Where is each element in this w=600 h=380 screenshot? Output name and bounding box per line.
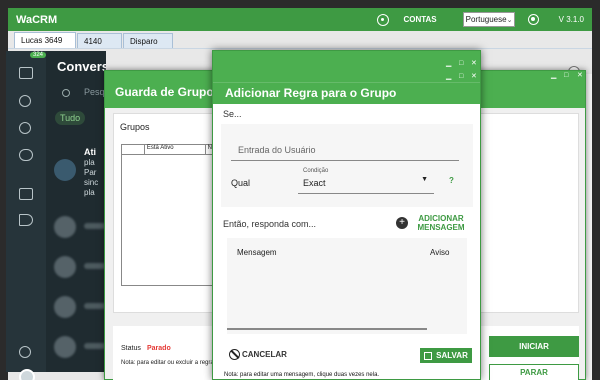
version-label: V 3.1.0 <box>558 15 584 24</box>
search-input[interactable]: Pesquisar <box>84 87 106 97</box>
app-title: WaCRM <box>16 13 58 26</box>
chevron-down-icon: ⌄ <box>506 16 513 24</box>
add-rule-dialog: ▁ □ ✕ ▁ □ ✕ Adicionar Regra para o Grupo… <box>212 50 481 380</box>
minimize-icon[interactable]: ▁ <box>446 60 451 67</box>
maximize-icon[interactable]: □ <box>459 60 463 67</box>
chats-icon[interactable] <box>19 67 33 79</box>
cancel-label: CANCELAR <box>242 350 287 359</box>
close-icon[interactable]: ✕ <box>577 72 583 79</box>
column-message: Mensagem <box>237 248 277 257</box>
grid-column-select <box>122 145 145 154</box>
chat-preview: Par <box>84 168 97 177</box>
store-icon[interactable] <box>19 188 33 200</box>
plus-icon[interactable]: + <box>396 217 408 229</box>
minimize-icon[interactable]: ▁ <box>446 73 451 80</box>
messages-table[interactable]: Mensagem Aviso <box>227 238 467 334</box>
user-input-field[interactable]: Entrada do Usuário <box>231 134 459 161</box>
group-guard-note: Nota: para editar ou excluir a regra <box>121 360 214 366</box>
list-item[interactable] <box>54 216 76 238</box>
stop-button[interactable]: PARAR <box>489 364 579 380</box>
list-item[interactable] <box>54 256 76 278</box>
tab-disparo[interactable]: Disparo <box>123 33 173 48</box>
then-label: Então, responda com... <box>223 219 317 229</box>
maximize-icon[interactable]: □ <box>459 73 463 80</box>
dialog-note: Nota: para editar uma mensagem, clique d… <box>224 372 380 378</box>
blurred-text <box>84 223 106 229</box>
language-value: Portuguese <box>465 15 507 24</box>
filter-chip-all[interactable]: Tudo <box>55 111 86 125</box>
grid-column-active: Está Ativo <box>145 145 206 154</box>
dropdown-arrow-icon: ▼ <box>421 176 428 183</box>
list-item[interactable] <box>54 336 76 358</box>
groups-grid[interactable]: Está Ativo N <box>121 144 213 286</box>
chat-preview: sinc <box>84 178 99 187</box>
column-aviso: Aviso <box>430 248 450 257</box>
chat-preview: pla <box>84 188 95 197</box>
cancel-icon <box>229 349 240 360</box>
chat-preview: pla <box>84 158 95 167</box>
language-select[interactable]: Portuguese ⌄ <box>462 12 515 27</box>
close-icon[interactable]: ✕ <box>471 73 477 80</box>
if-label: Se... <box>223 109 242 119</box>
status-label: Status <box>121 345 141 352</box>
blurred-text <box>84 263 106 269</box>
condition-value: Exact <box>303 178 326 188</box>
start-button[interactable]: INICIAR <box>489 336 579 357</box>
dialog-title: Adicionar Regra para o Grupo <box>213 82 480 104</box>
condition-caption: Condição <box>303 168 329 174</box>
app-titlebar: WaCRM CONTAS Portuguese ⌄ V 3.1.0 <box>8 8 592 31</box>
gear-icon[interactable] <box>19 346 31 358</box>
search-icon[interactable] <box>62 89 70 97</box>
save-button[interactable]: SALVAR <box>420 348 472 363</box>
unread-badge: 324 <box>30 52 47 58</box>
settings-icon[interactable] <box>527 14 539 25</box>
messages-icon[interactable] <box>19 122 31 134</box>
grid-header: Está Ativo N <box>122 145 212 155</box>
condition-select[interactable]: Condição Exact ▼ <box>298 166 434 194</box>
whatsapp-icon[interactable] <box>377 13 390 26</box>
dialog-titlebar: ▁ □ ✕ ▁ □ ✕ <box>213 51 480 82</box>
add-message-button[interactable]: ADICIONAR MENSAGEM <box>417 214 465 232</box>
groups-label: Grupos <box>120 122 150 132</box>
condition-section: Entrada do Usuário Qual Condição Exact ▼… <box>221 124 473 207</box>
minimize-icon[interactable]: ▁ <box>551 72 556 79</box>
conversations-title: Conversas <box>57 59 106 74</box>
tab-account-2[interactable]: 4140 <box>77 33 122 48</box>
tab-account-1[interactable]: Lucas 3649 <box>14 32 76 48</box>
status-value: Parado <box>147 345 171 352</box>
status-icon[interactable] <box>19 95 31 107</box>
conversation-list: Conversas Pesquisar Tudo Ati pla Par sin… <box>46 51 106 372</box>
broadcast-icon[interactable] <box>19 214 33 226</box>
community-icon[interactable] <box>19 149 33 161</box>
sidebar: 324 <box>6 51 47 380</box>
blurred-text <box>84 303 106 309</box>
qual-label: Qual <box>231 178 251 188</box>
chat-name: Ati <box>84 147 96 157</box>
list-item[interactable] <box>54 296 76 318</box>
avatar[interactable] <box>19 369 35 380</box>
list-item[interactable] <box>54 159 76 181</box>
contas-button[interactable]: CONTAS <box>403 15 436 24</box>
horizontal-scrollbar[interactable] <box>227 328 427 330</box>
maximize-icon[interactable]: □ <box>564 72 568 79</box>
blurred-text <box>84 343 106 349</box>
save-icon <box>424 351 433 360</box>
help-icon[interactable]: ? <box>449 176 454 185</box>
account-tabs: Lucas 3649 4140 Disparo <box>8 31 592 49</box>
save-label: SALVAR <box>436 351 468 360</box>
cancel-button[interactable]: CANCELAR <box>229 349 287 360</box>
close-icon[interactable]: ✕ <box>471 60 477 67</box>
